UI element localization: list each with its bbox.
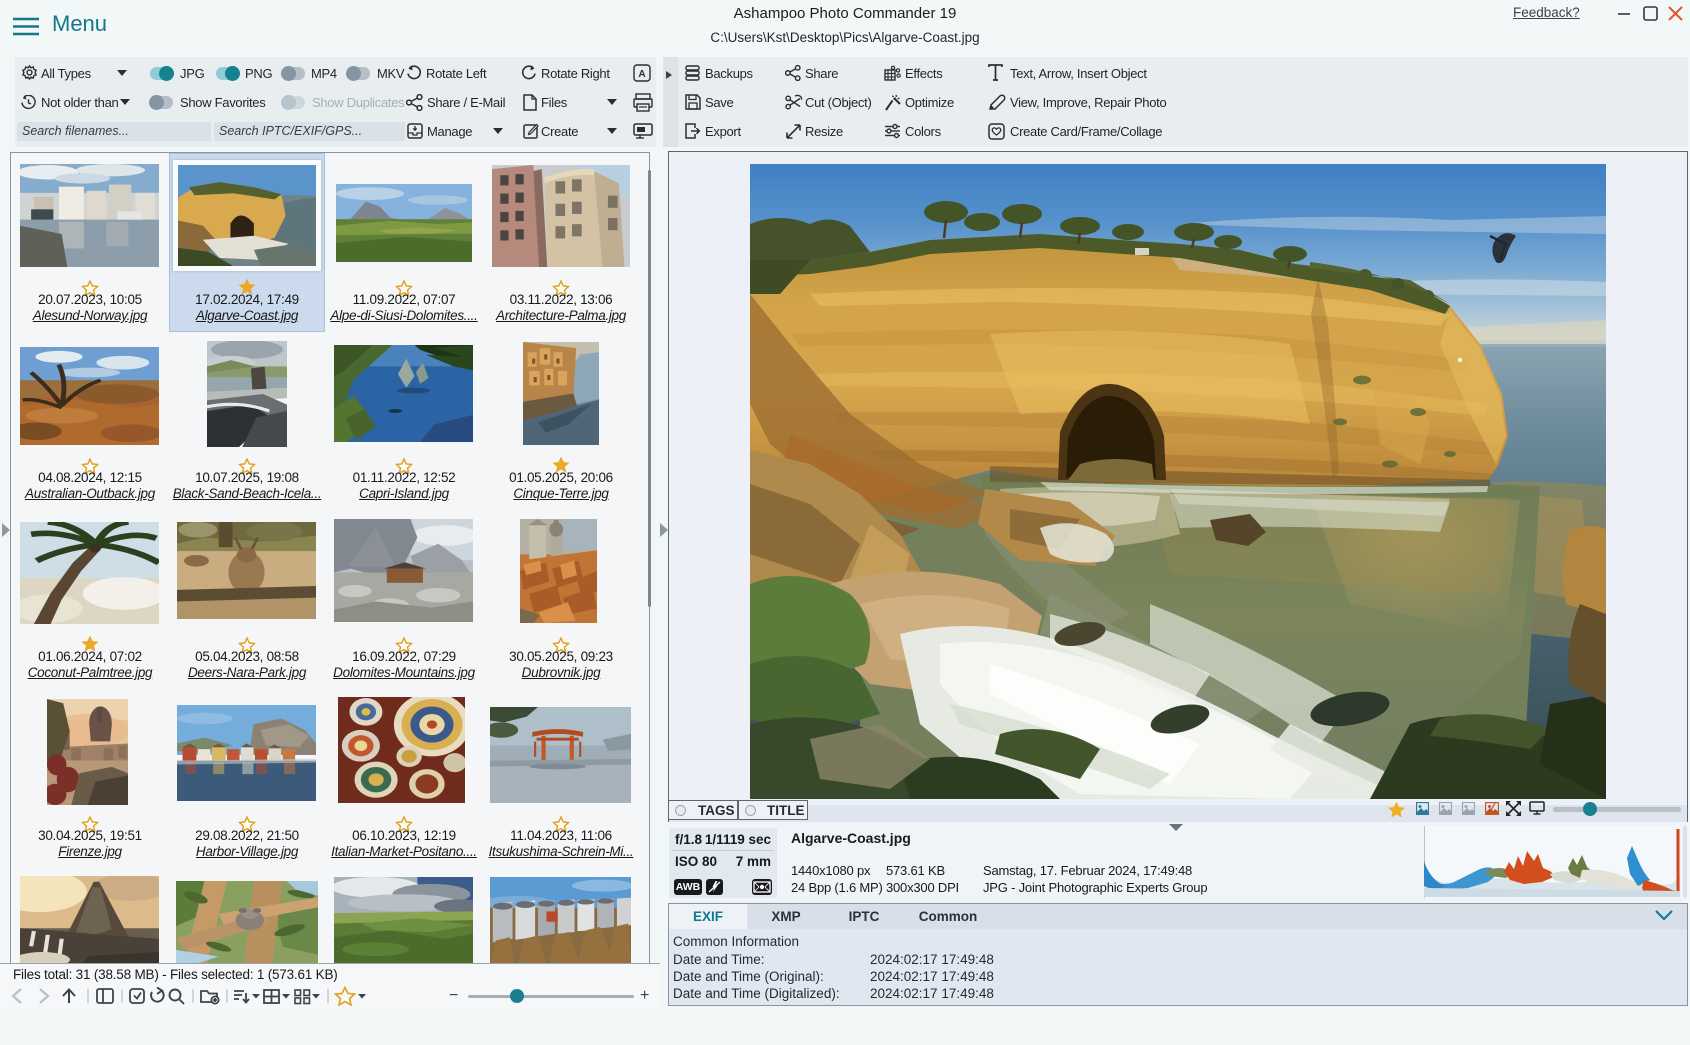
- svg-text:A: A: [638, 69, 645, 80]
